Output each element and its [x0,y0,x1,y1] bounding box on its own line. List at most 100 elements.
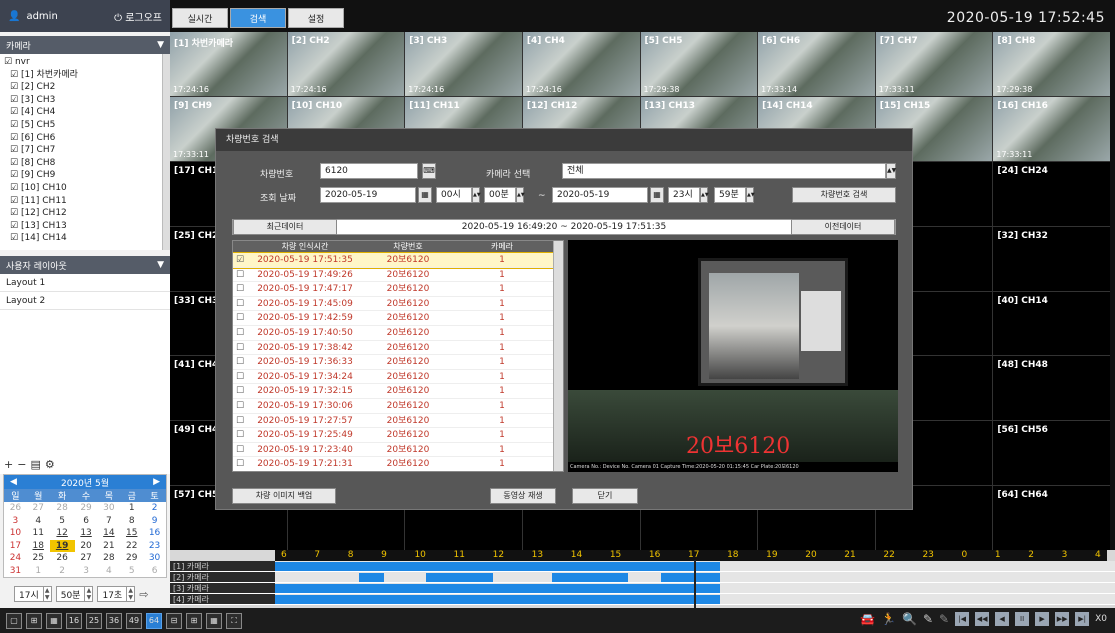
row-checkbox[interactable]: ☐ [233,282,247,296]
camera-cell[interactable]: [64] CH64 [993,486,1110,550]
remove-icon[interactable]: − [17,458,26,471]
timeline-row[interactable]: [2] 카메라 [170,572,1115,583]
camera-cell[interactable]: [4] CH4 17:24:16 [522,32,640,96]
layout-16-button[interactable]: 16 [66,612,82,629]
tree-camera-item[interactable]: ☑ [1] 차번카메라 [4,69,166,82]
fast-forward-icon[interactable]: ▶▶ [1055,612,1070,626]
camera-cell[interactable]: [8] CH8 17:29:38 [993,32,1110,96]
pause-icon[interactable]: II [1015,612,1030,626]
table-row[interactable]: ☐ 2020-05-19 17:27:57 20보6120 1 [233,414,563,429]
table-row[interactable]: ☐ 2020-05-19 17:47:17 20보6120 1 [233,282,563,297]
row-checkbox[interactable]: ☑ [233,253,247,267]
row-checkbox[interactable]: ☐ [233,355,247,369]
tree-camera-item[interactable]: ☑ [14] CH14 [4,232,166,245]
table-row[interactable]: ☐ 2020-05-19 17:36:33 20보6120 1 [233,355,563,370]
camera-cell[interactable]: [40] CH14 [993,291,1110,356]
camera-cell[interactable]: [3] CH3 17:24:16 [405,32,522,96]
calendar-icon[interactable]: ▦ [650,187,664,203]
keyboard-icon[interactable]: ⌨ [422,163,436,179]
gear-icon[interactable]: ⚙ [45,458,55,471]
recent-data-button[interactable]: 최근데이터 [233,219,337,235]
table-row[interactable]: ☑ 2020-05-19 17:51:35 20보6120 1 [233,252,563,269]
tree-camera-item[interactable]: ☑ [7] CH7 [4,144,166,157]
camera-cell[interactable]: [7] CH7 17:33:11 [875,32,993,96]
camera-cell[interactable]: [16] CH16 17:33:11 [993,96,1110,161]
layout-1-button[interactable]: ▢ [6,612,22,629]
row-checkbox[interactable]: ☐ [233,414,247,428]
calendar-day[interactable]: 9 [143,515,166,528]
tree-camera-item[interactable]: ☑ [5] CH5 [4,119,166,132]
tree-camera-item[interactable]: ☑ [6] CH6 [4,132,166,145]
camera-cell[interactable]: [48] CH48 [993,356,1110,421]
table-row[interactable]: ☐ 2020-05-19 17:21:31 20보6120 1 [233,457,563,471]
calendar-day[interactable]: 27 [27,502,50,515]
calendar-icon[interactable]: ▦ [418,187,432,203]
calendar-day[interactable]: 6 [143,565,166,578]
row-checkbox[interactable]: ☐ [233,311,247,325]
table-row[interactable]: ☐ 2020-05-19 17:30:06 20보6120 1 [233,399,563,414]
row-checkbox[interactable]: ☐ [233,268,247,282]
play-icon[interactable]: ▶ [1035,612,1050,626]
next-month-icon[interactable]: ▶ [153,477,160,487]
calendar-day[interactable]: 1 [120,502,143,515]
tree-camera-item[interactable]: ☑ [11] CH11 [4,195,166,208]
row-checkbox[interactable]: ☐ [233,399,247,413]
calendar-day[interactable]: 28 [50,502,75,515]
calendar-day[interactable]: 18 [27,540,50,553]
table-row[interactable]: ☐ 2020-05-19 17:25:49 20보6120 1 [233,428,563,443]
layout-36-button[interactable]: 36 [106,612,122,629]
camera-cell[interactable]: [32] CH32 [993,226,1110,291]
tree-camera-item[interactable]: ☑ [2] CH2 [4,81,166,94]
last-icon[interactable]: ▶| [1075,612,1090,626]
table-row[interactable]: ☐ 2020-05-19 17:40:50 20보6120 1 [233,326,563,341]
calendar-day[interactable]: 3 [75,565,98,578]
table-row[interactable]: ☐ 2020-05-19 17:45:09 20보6120 1 [233,297,563,312]
close-button[interactable]: 닫기 [572,488,638,504]
calendar-day[interactable]: 6 [75,515,98,528]
calendar-day[interactable]: 24 [4,552,27,565]
calendar-day[interactable]: 20 [75,540,98,553]
tool2-icon[interactable]: ✎ [939,612,949,626]
plate-search-button[interactable]: 차량번호 검색 [792,187,896,203]
go-arrow-icon[interactable]: ⇨ [139,588,148,601]
layout-custom-2-button[interactable]: ⊞ [186,612,202,629]
calendar-day[interactable]: 21 [97,540,120,553]
timeline-row[interactable]: [4] 카메라 [170,594,1115,605]
timeline-row[interactable]: [1] 카메라 [170,561,1115,572]
layout-64-button[interactable]: 64 [146,612,162,629]
plate-input[interactable]: 6120 [320,163,418,179]
from-minute-input[interactable]: 00분 [484,187,516,203]
tree-camera-item[interactable]: ☑ [4] CH4 [4,106,166,119]
spin-arrows-icon[interactable]: ▲▼ [84,587,92,601]
row-checkbox[interactable]: ☐ [233,457,247,471]
calendar-day[interactable]: 28 [97,552,120,565]
minute-spinner[interactable]: 50분 ▲ ▼ [55,586,94,602]
calendar-day[interactable]: 4 [97,565,120,578]
hour-spinner[interactable]: 17시 ▲ ▼ [14,586,52,602]
layout-item[interactable]: Layout 1 [0,274,170,292]
calendar-day[interactable]: 7 [97,515,120,528]
calendar-day[interactable]: 4 [27,515,50,528]
spin-arrows-icon[interactable]: ▲▼ [42,587,51,601]
calendar-day[interactable]: 25 [27,552,50,565]
calendar-day[interactable]: 30 [143,552,166,565]
tab-live[interactable]: 실시간 [172,8,228,28]
spin-arrows-icon[interactable]: ▲▼ [126,587,134,601]
image-backup-button[interactable]: 차량 이미지 백업 [232,488,336,504]
table-row[interactable]: ☐ 2020-05-19 17:49:26 20보6120 1 [233,268,563,283]
tree-camera-item[interactable]: ☑ [9] CH9 [4,169,166,182]
layout-custom-1-button[interactable]: ⊟ [166,612,182,629]
spin-arrows-icon[interactable]: ▲▼ [516,187,525,203]
calendar-day[interactable]: 26 [50,552,75,565]
layout-49-button[interactable]: 49 [126,612,142,629]
layout-item[interactable]: Layout 2 [0,292,170,310]
prev-month-icon[interactable]: ◀ [10,477,17,487]
dropdown-icon[interactable]: ▲▼ [886,163,896,179]
calendar-day[interactable]: 1 [27,565,50,578]
calendar-day[interactable]: 31 [4,565,27,578]
layout-section-header[interactable]: 사용자 레이아웃 ▼ [0,256,170,274]
tree-root[interactable]: ☑ nvr [4,56,166,69]
calendar-day[interactable]: 2 [143,502,166,515]
tab-settings[interactable]: 설정 [288,8,344,28]
collapse-icon[interactable]: ▼ [157,40,164,50]
